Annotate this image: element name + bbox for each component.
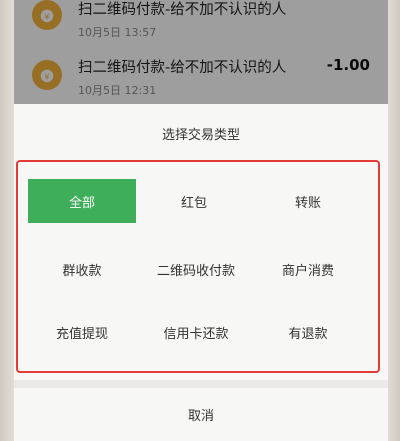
option-transfer-button[interactable]: 转账	[254, 179, 362, 223]
option-topup-withdraw-button[interactable]: 充值提现	[28, 310, 136, 354]
option-group-collection-button[interactable]: 群收款	[28, 247, 136, 291]
phone-bezel-left	[0, 0, 14, 441]
screen: ¥ 扫二维码付款-给不加不认识的人 10月5日 13:57 ¥ 扫二维码付款-给…	[14, 0, 388, 441]
option-refund-button[interactable]: 有退款	[254, 310, 362, 354]
dim-overlay[interactable]	[14, 0, 388, 104]
cancel-button[interactable]: 取消	[14, 388, 388, 441]
option-red-packet-button[interactable]: 红包	[140, 179, 248, 223]
option-merchant-button[interactable]: 商户消费	[254, 247, 362, 291]
sheet-title: 选择交易类型	[161, 128, 240, 143]
cancel-separator	[14, 380, 388, 388]
option-credit-card-button[interactable]: 信用卡还款	[140, 310, 252, 354]
phone-bezel-right	[386, 0, 400, 441]
transaction-type-sheet: 选择交易类型 全部 红包 转账 群收款 二维码收付款 商户消费 充值提现 信用卡…	[14, 104, 388, 441]
option-all-button[interactable]: 全部	[28, 179, 136, 223]
option-qr-payment-button[interactable]: 二维码收付款	[140, 247, 252, 291]
